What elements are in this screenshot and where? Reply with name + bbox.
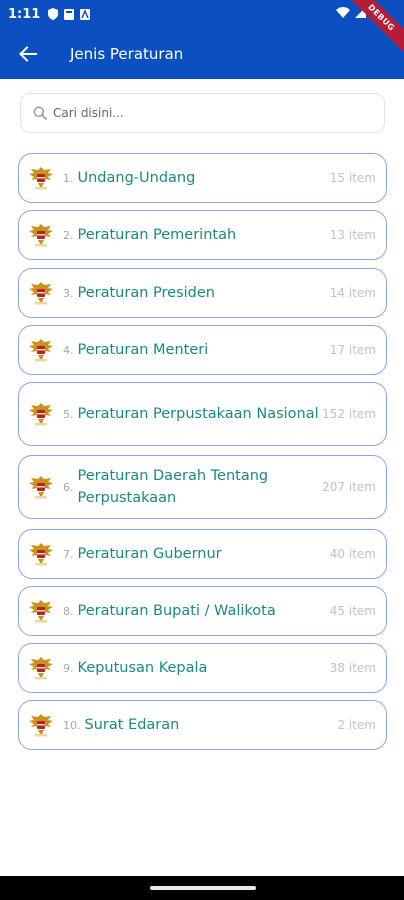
item-count: 14 item xyxy=(329,286,376,300)
item-label: Undang-Undang xyxy=(77,170,196,186)
item-label: Peraturan Gubernur xyxy=(77,546,222,562)
garuda-emblem-icon xyxy=(27,473,55,501)
search-input[interactable] xyxy=(53,106,353,120)
arrow-back-icon xyxy=(19,45,37,62)
item-count: 38 item xyxy=(329,661,376,675)
garuda-emblem-icon xyxy=(27,279,55,307)
item-count: 45 item xyxy=(329,604,376,618)
list-item[interactable]: 9. Keputusan Kepala 38 item xyxy=(18,643,387,693)
list-item[interactable]: 2. Peraturan Pemerintah 13 item xyxy=(18,210,387,260)
list-item[interactable]: 10. Surat Edaran 2 item xyxy=(18,700,387,750)
item-number: 7. xyxy=(63,547,74,561)
garuda-emblem-icon xyxy=(27,336,55,364)
item-number: 10. xyxy=(63,718,81,732)
item-number: 8. xyxy=(63,604,74,618)
garuda-emblem-icon xyxy=(27,164,55,192)
item-label: Peraturan Perpustakaan Nasional xyxy=(77,406,319,422)
search-icon xyxy=(33,106,47,120)
app-bar: 1:11 DEBUG Jenis Peraturan xyxy=(0,0,404,79)
item-number: 4. xyxy=(63,343,74,357)
item-count: 13 item xyxy=(329,228,376,242)
storage-icon xyxy=(64,8,75,20)
list-item[interactable]: 5. Peraturan Perpustakaan Nasional 152 i… xyxy=(18,382,387,446)
app-notification-icon xyxy=(80,8,91,20)
item-label: Keputusan Kepala xyxy=(77,660,208,676)
back-button[interactable] xyxy=(0,28,56,79)
item-label: Peraturan Pemerintah xyxy=(77,227,237,243)
search-box[interactable] xyxy=(20,93,385,133)
item-label: Peraturan Menteri xyxy=(77,342,209,358)
shield-icon xyxy=(48,8,59,20)
list-item[interactable]: 4. Peraturan Menteri 17 item xyxy=(18,325,387,375)
item-label: Peraturan Daerah Tentang Perpustakaan xyxy=(77,468,269,506)
item-count: 40 item xyxy=(329,547,376,561)
item-count: 207 item xyxy=(322,480,376,494)
status-notification-icons xyxy=(48,8,91,20)
item-number: 5. xyxy=(63,407,74,421)
item-count: 2 item xyxy=(337,718,376,732)
item-count: 15 item xyxy=(329,171,376,185)
item-number: 9. xyxy=(63,661,74,675)
item-count: 17 item xyxy=(329,343,376,357)
item-label: Surat Edaran xyxy=(84,717,180,733)
garuda-emblem-icon xyxy=(27,654,55,682)
page-title: Jenis Peraturan xyxy=(70,44,184,63)
home-gesture-handle[interactable] xyxy=(150,886,256,890)
garuda-emblem-icon xyxy=(27,540,55,568)
list-item[interactable]: 6. Peraturan Daerah Tentang Perpustakaan… xyxy=(18,455,387,519)
item-count: 152 item xyxy=(322,407,376,421)
garuda-emblem-icon xyxy=(27,711,55,739)
status-time: 1:11 xyxy=(8,6,41,22)
list-item[interactable]: 8. Peraturan Bupati / Walikota 45 item xyxy=(18,586,387,636)
item-number: 3. xyxy=(63,286,74,300)
list-item[interactable]: 1. Undang-Undang 15 item xyxy=(18,153,387,203)
wifi-icon xyxy=(336,6,350,18)
toolbar: Jenis Peraturan xyxy=(0,28,404,79)
garuda-emblem-icon xyxy=(27,221,55,249)
garuda-emblem-icon xyxy=(27,597,55,625)
item-label: Peraturan Bupati / Walikota xyxy=(77,603,276,619)
item-number: 1. xyxy=(63,171,74,185)
item-number: 2. xyxy=(63,228,74,242)
list-item[interactable]: 3. Peraturan Presiden 14 item xyxy=(18,268,387,318)
list-item[interactable]: 7. Peraturan Gubernur 40 item xyxy=(18,529,387,579)
item-number: 6. xyxy=(63,480,74,494)
status-bar: 1:11 DEBUG xyxy=(0,0,404,56)
garuda-emblem-icon xyxy=(27,400,55,428)
item-label: Peraturan Presiden xyxy=(77,285,215,301)
